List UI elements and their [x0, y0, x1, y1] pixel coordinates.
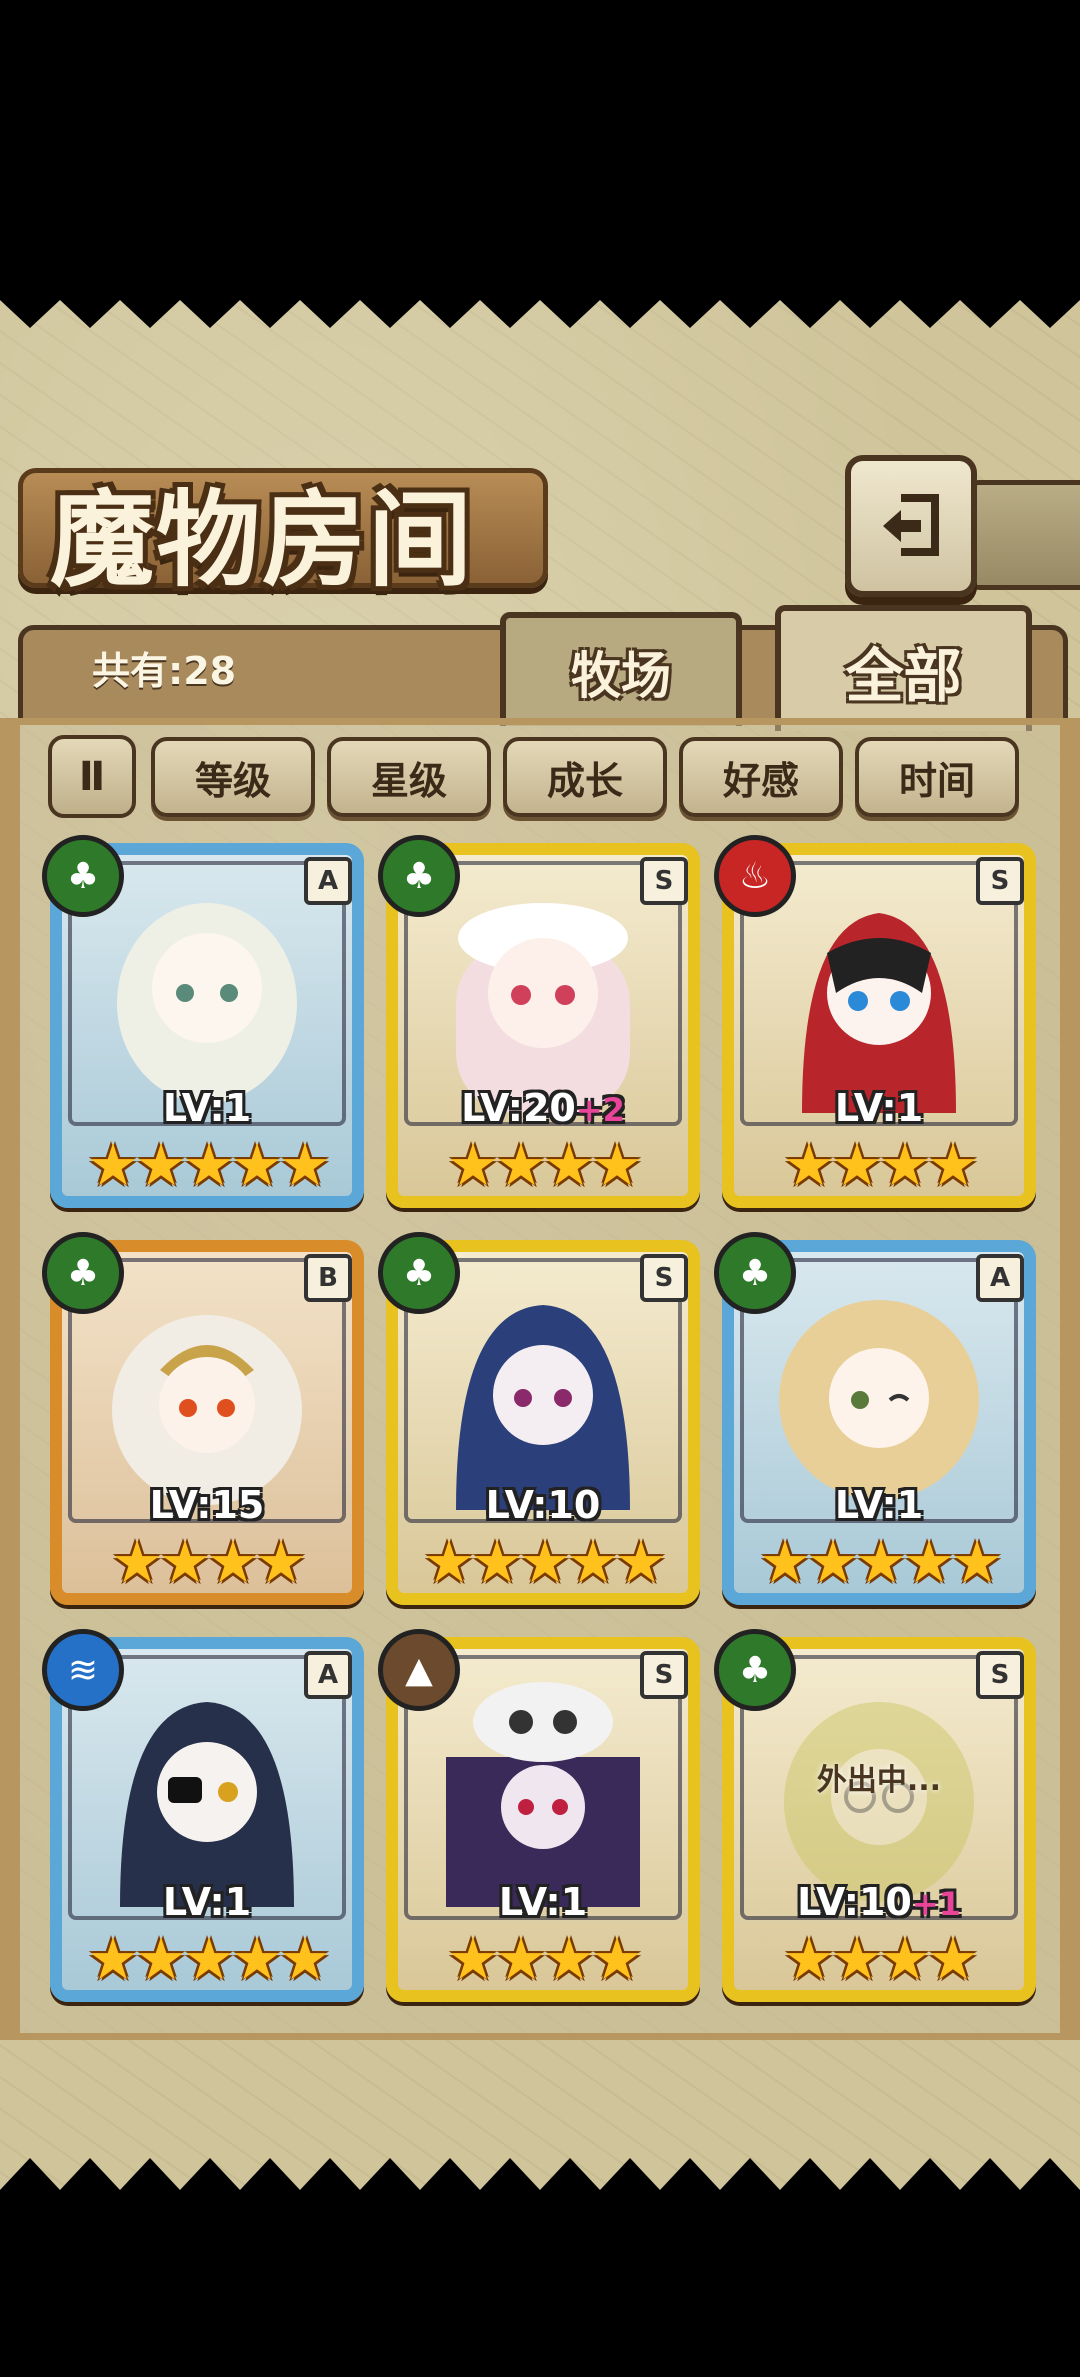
star-rating: ★★★★: [447, 1131, 643, 1199]
monster-portrait: [456, 903, 630, 1113]
star-rating: ★★★★★: [759, 1528, 1003, 1596]
zigzag-border-bottom: [0, 2158, 1080, 2210]
monster-card[interactable]: ♨ S LV:1 ★★★★: [714, 835, 1036, 1208]
away-status: 外出中...: [816, 1763, 942, 1798]
monster-portrait: [117, 903, 297, 1103]
monster-card[interactable]: ♣ S LV:20+2 ★★★★: [378, 835, 700, 1208]
rank-badge: S: [976, 1651, 1024, 1699]
rank-badge: S: [640, 857, 688, 905]
leaf-icon: ♣: [378, 1232, 460, 1314]
water-icon: ≋: [42, 1629, 124, 1711]
page-title: 魔物房间: [50, 478, 475, 601]
sort-toggle-button[interactable]: Ⅱ: [48, 735, 136, 818]
star-rating: ★★★★★: [423, 1528, 667, 1596]
monster-portrait: [456, 1305, 630, 1510]
level-label: LV:10: [386, 1483, 700, 1527]
level-label: LV:10+1: [722, 1880, 1036, 1924]
monster-portrait: [802, 913, 956, 1113]
star-rating: ★★★★★: [87, 1131, 331, 1199]
monster-portrait: [120, 1702, 294, 1907]
rank-badge: S: [640, 1254, 688, 1302]
monster-card[interactable]: ♣ S LV:10 ★★★★★: [378, 1232, 700, 1605]
level-text: LV:1: [162, 1880, 252, 1924]
monster-card[interactable]: ♣ A LV:1 ★★★★★: [42, 835, 364, 1208]
level-text: LV:1: [834, 1086, 924, 1130]
sort-growth-button[interactable]: 成长: [503, 737, 667, 817]
monster-card[interactable]: 外出中... ♣ S LV:10+1 ★★★★: [714, 1629, 1036, 2002]
level-text: LV:20: [461, 1086, 576, 1130]
star-rating: ★★★★: [447, 1925, 643, 1993]
level-text: LV:10: [485, 1483, 601, 1527]
leaf-icon: ♣: [42, 1232, 124, 1314]
level-label: LV:1: [50, 1880, 364, 1924]
back-rail: [965, 480, 1080, 590]
star-rating: ★★★★: [783, 1925, 979, 1993]
monster-card[interactable]: ♣ A LV:1 ★★★★★: [714, 1232, 1036, 1605]
rank-badge: A: [304, 857, 352, 905]
tab-ranch[interactable]: 牧场: [500, 612, 742, 726]
level-bonus: +1: [911, 1885, 961, 1923]
rank-badge: A: [976, 1254, 1024, 1302]
rank-badge: S: [640, 1651, 688, 1699]
monster-card[interactable]: ≋ A LV:1 ★★★★★: [42, 1629, 364, 2002]
level-text: LV:10: [797, 1880, 912, 1924]
level-text: LV:1: [498, 1880, 588, 1924]
star-rating: ★★★★★: [87, 1925, 331, 1993]
monster-portrait: [112, 1315, 302, 1505]
sort-time-button[interactable]: 时间: [855, 737, 1019, 817]
zigzag-border-top: [0, 290, 1080, 328]
tab-all[interactable]: 全部: [775, 605, 1032, 731]
star-rating: ★★★★: [111, 1528, 307, 1596]
leaf-icon: ♣: [378, 835, 460, 917]
level-text: LV:1: [162, 1086, 252, 1130]
leaf-icon: ♣: [42, 835, 124, 917]
rank-badge: B: [304, 1254, 352, 1302]
rank-badge: S: [976, 857, 1024, 905]
leaf-icon: ♣: [714, 1629, 796, 1711]
level-label: LV:1: [722, 1483, 1036, 1527]
fire-icon: ♨: [714, 835, 796, 917]
level-bonus: +2: [575, 1091, 625, 1129]
level-label: LV:15: [50, 1483, 364, 1527]
leaf-icon: ♣: [714, 1232, 796, 1314]
monster-portrait: [446, 1682, 640, 1907]
level-label: LV:1: [50, 1086, 364, 1130]
monster-portrait: [779, 1300, 979, 1500]
monster-count: 共有:28: [92, 649, 237, 693]
monster-card[interactable]: ▲ S LV:1 ★★★★: [378, 1629, 700, 2002]
level-label: LV:1: [722, 1086, 1036, 1130]
level-label: LV:1: [386, 1880, 700, 1924]
sort-stars-button[interactable]: 星级: [327, 737, 491, 817]
sort-level-button[interactable]: 等级: [151, 737, 315, 817]
rank-badge: A: [304, 1651, 352, 1699]
level-label: LV:20+2: [386, 1086, 700, 1130]
sort-affection-button[interactable]: 好感: [679, 737, 843, 817]
star-rating: ★★★★: [783, 1131, 979, 1199]
level-text: LV:15: [149, 1483, 265, 1527]
monster-card[interactable]: ♣ B LV:15 ★★★★: [42, 1232, 364, 1605]
return-arrow-icon: [883, 494, 939, 556]
back-button[interactable]: [845, 455, 977, 597]
earth-icon: ▲: [378, 1629, 460, 1711]
level-text: LV:1: [834, 1483, 924, 1527]
